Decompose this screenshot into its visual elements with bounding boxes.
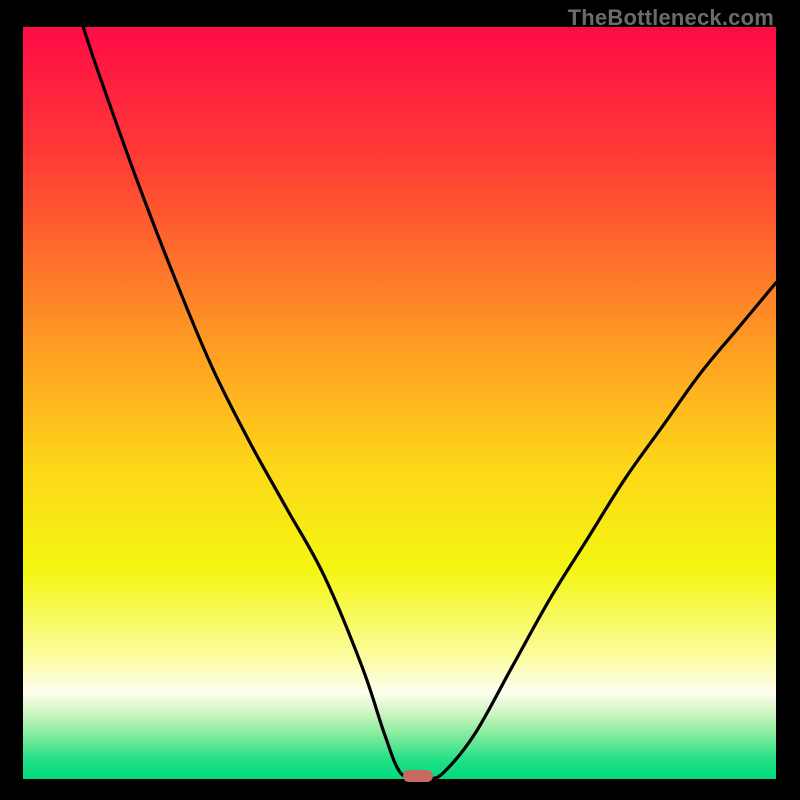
watermark-text: TheBottleneck.com [568,5,774,31]
plot-area [23,27,776,779]
bottleneck-curve [23,27,776,779]
optimal-marker [403,770,433,782]
chart-container: TheBottleneck.com [0,0,800,800]
